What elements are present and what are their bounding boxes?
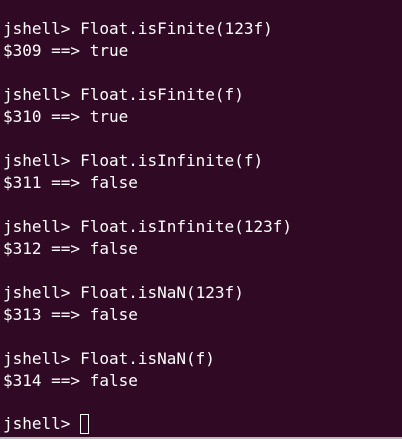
- command-line: jshell> Float.isNaN(f): [3, 349, 215, 368]
- cursor-block[interactable]: [80, 414, 90, 434]
- command-line: jshell> Float.isFinite(f): [3, 85, 244, 104]
- result-line: $311 ==> false: [3, 173, 138, 192]
- prompt-label: jshell>: [3, 414, 81, 433]
- jshell-entry: jshell> Float.isInfinite(f) $311 ==> fal…: [3, 150, 402, 216]
- result-line: $309 ==> true: [3, 41, 129, 60]
- result-line: $313 ==> false: [3, 305, 138, 324]
- command-line: jshell> Float.isNaN(123f): [3, 283, 244, 302]
- jshell-entry: jshell> Float.isInfinite(123f) $312 ==> …: [3, 216, 402, 282]
- result-line: $310 ==> true: [3, 107, 129, 126]
- active-prompt-line[interactable]: jshell>: [3, 413, 90, 435]
- terminal-window[interactable]: jshell> Float.isFinite(123f) $309 ==> tr…: [0, 0, 402, 439]
- jshell-entry: jshell> Float.isFinite(f) $310 ==> true: [3, 84, 402, 150]
- result-line: $314 ==> false: [3, 371, 138, 390]
- command-line: jshell> Float.isInfinite(f): [3, 151, 264, 170]
- command-line: jshell> Float.isInfinite(123f): [3, 217, 292, 236]
- jshell-entry: jshell> Float.isFinite(123f) $309 ==> tr…: [3, 18, 402, 84]
- command-line: jshell> Float.isFinite(123f): [3, 19, 273, 38]
- jshell-entry: jshell> Float.isNaN(123f) $313 ==> false: [3, 282, 402, 348]
- jshell-entry: jshell> Float.isNaN(f) $314 ==> false: [3, 348, 402, 414]
- result-line: $312 ==> false: [3, 239, 138, 258]
